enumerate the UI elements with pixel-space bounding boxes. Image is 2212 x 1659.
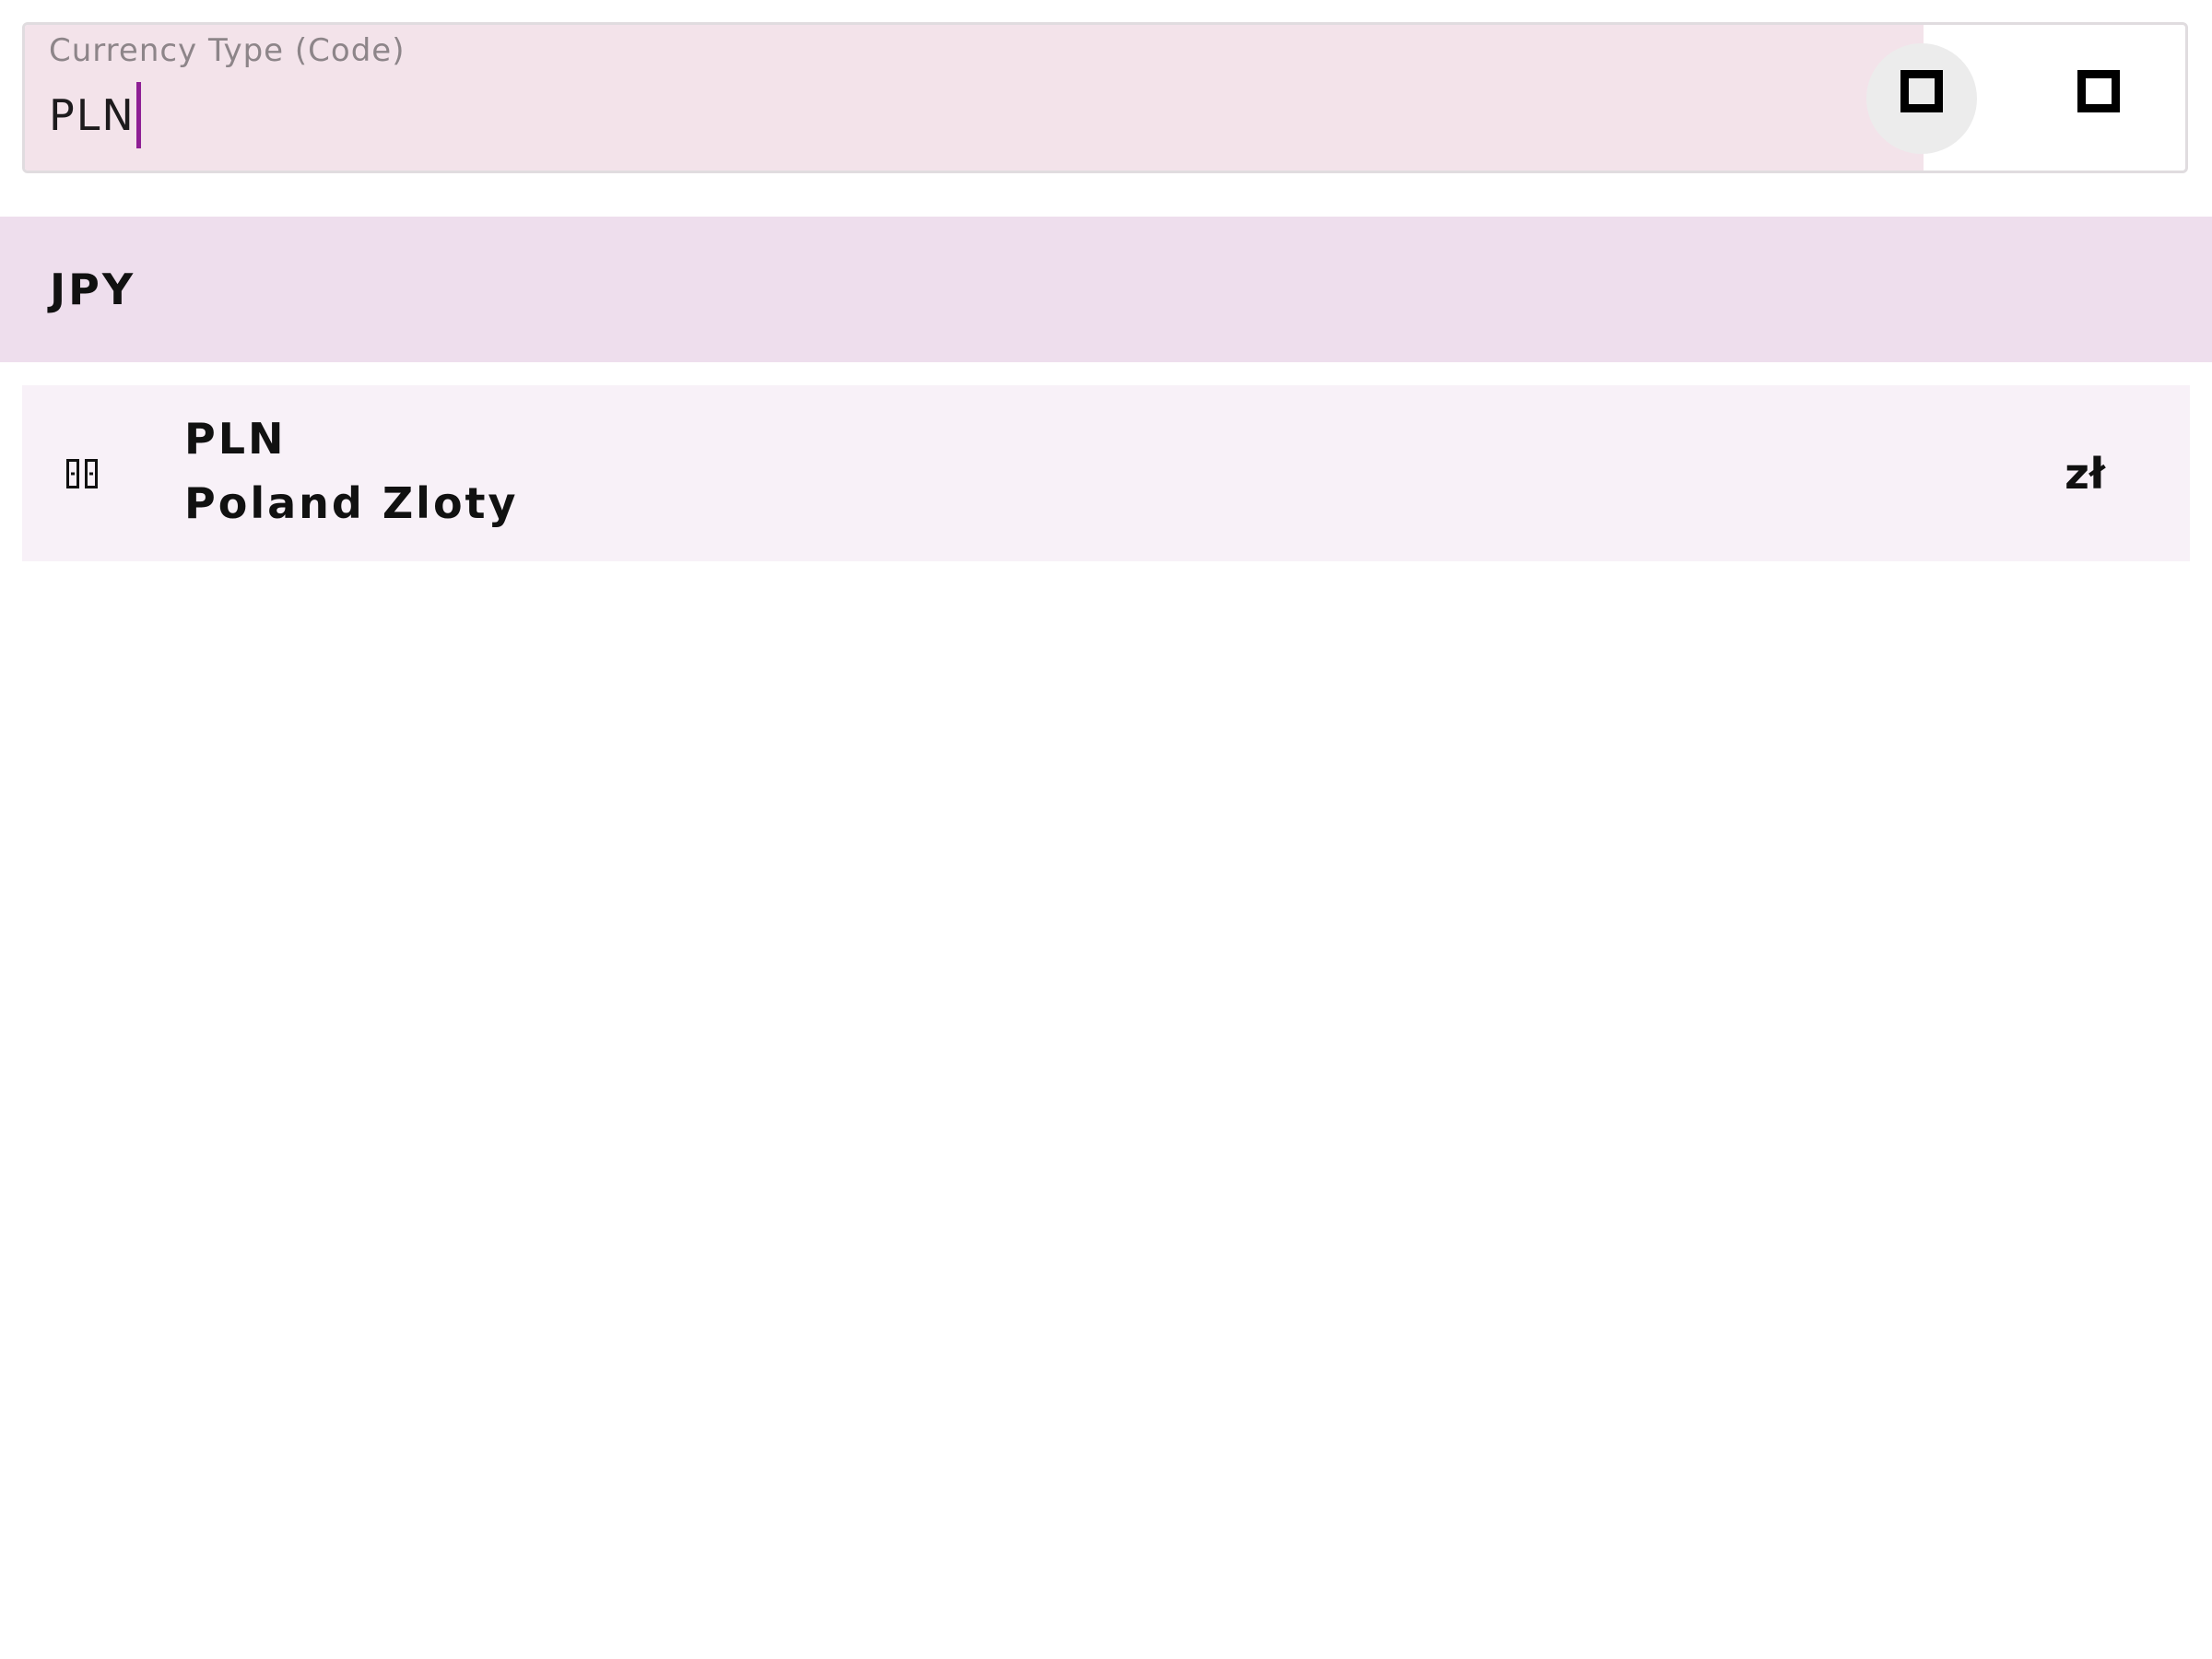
currency-search-field[interactable]: Currency Type (Code) PLN xyxy=(22,22,2188,173)
currency-code: PLN xyxy=(184,414,287,464)
currency-text: PLN Poland Zloty xyxy=(184,411,519,531)
square-icon xyxy=(1900,70,1943,112)
selected-currency-code: JPY xyxy=(50,265,136,314)
selected-currency-header[interactable]: JPY xyxy=(0,217,2212,362)
currency-list-item[interactable]: PLN Poland Zloty zł xyxy=(22,385,2190,561)
second-action-button[interactable] xyxy=(2043,43,2154,154)
square-icon xyxy=(2077,70,2120,112)
field-label: Currency Type (Code) xyxy=(49,32,406,69)
currency-symbol: zł xyxy=(2065,448,2105,499)
text-caret xyxy=(135,82,141,148)
currency-code-input[interactable]: PLN xyxy=(49,78,141,152)
poland-flag-icon xyxy=(66,385,98,561)
currency-name: Poland Zloty xyxy=(184,478,519,528)
first-action-button[interactable] xyxy=(1866,43,1977,154)
input-value: PLN xyxy=(49,90,135,140)
